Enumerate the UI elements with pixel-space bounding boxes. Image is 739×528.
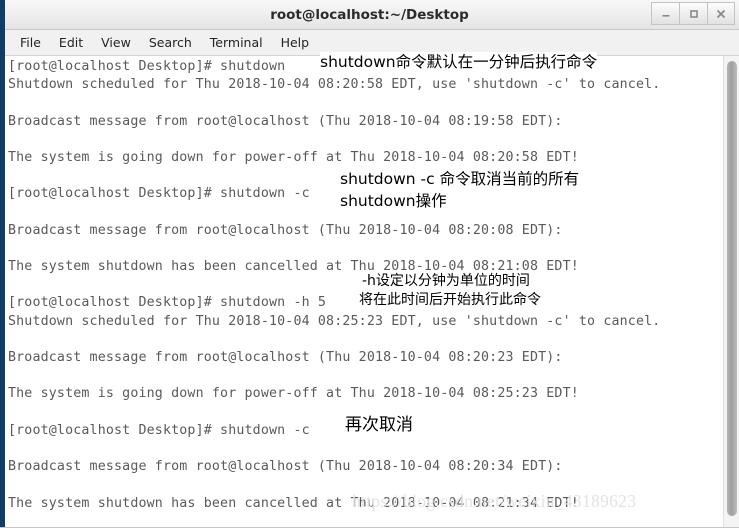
terminal-line: Broadcast message from root@localhost (T…	[8, 459, 563, 475]
minimize-button[interactable]	[651, 2, 679, 25]
menubar-left-accent	[0, 30, 5, 56]
minimize-icon	[662, 14, 669, 17]
maximize-icon	[689, 9, 698, 18]
maximize-button[interactable]	[679, 2, 707, 25]
annotation-shutdown-default: shutdown命令默认在一分钟后执行命令	[320, 52, 598, 72]
annotation-h-option: -h设定以分钟为单位的时间	[362, 272, 530, 290]
menu-item-search[interactable]: Search	[140, 33, 201, 52]
terminal-line: The system is going down for power-off a…	[8, 149, 579, 165]
close-button[interactable]	[707, 2, 735, 25]
scrollbar-thumb[interactable]	[727, 61, 737, 516]
window-title: root@localhost:~/Desktop	[270, 6, 469, 23]
window-frame-left-accent	[0, 0, 5, 30]
window-frame-bottom-left-accent	[0, 506, 5, 528]
terminal-line: Shutdown scheduled for Thu 2018-10-04 08…	[8, 313, 661, 329]
menu-item-file[interactable]: File	[11, 33, 50, 52]
menu-item-edit[interactable]: Edit	[50, 33, 92, 52]
close-icon	[717, 9, 725, 18]
terminal-line: The system is going down for power-off a…	[8, 386, 579, 402]
annotation-shutdown-cancel: shutdown -c 命令取消当前的所有 shutdown操作	[340, 168, 580, 212]
terminal-window: root@localhost:~/Desktop File Edit View …	[0, 0, 739, 528]
menu-item-terminal[interactable]: Terminal	[201, 33, 272, 52]
vertical-scrollbar[interactable]	[723, 56, 739, 527]
window-controls	[651, 2, 735, 26]
terminal-line: Broadcast message from root@localhost (T…	[8, 222, 563, 238]
terminal-line: Broadcast message from root@localhost (T…	[8, 350, 563, 365]
terminal-line: Broadcast message from root@localhost (T…	[8, 113, 563, 129]
menu-item-help[interactable]: Help	[272, 33, 319, 52]
terminal-line: Shutdown scheduled for Thu 2018-10-04 08…	[8, 77, 661, 93]
annotation-delayed-exec: 将在此时间后开始执行此命令	[359, 291, 541, 309]
title-bar[interactable]: root@localhost:~/Desktop	[0, 0, 739, 30]
menu-item-view[interactable]: View	[92, 33, 140, 52]
annotation-cancel-again: 再次取消	[345, 414, 413, 436]
blog-watermark: https://blog.csdn.net/weixin_43189623	[352, 491, 637, 511]
